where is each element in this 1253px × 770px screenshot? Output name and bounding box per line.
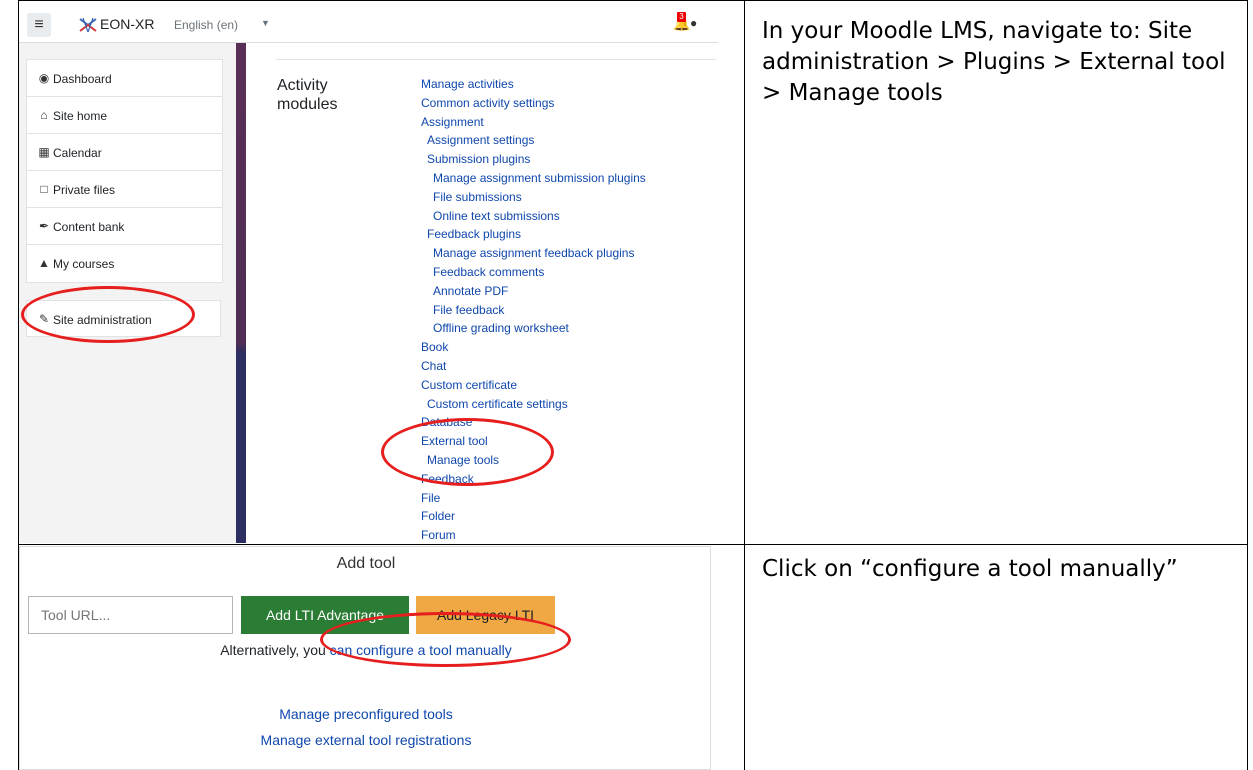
calendar-icon: ▦	[38, 145, 50, 159]
sidebar-item-site-home[interactable]: ⌂ Site home	[27, 97, 222, 134]
theme-stripe	[236, 43, 246, 543]
admin-link[interactable]: Online text submissions	[421, 207, 646, 226]
manage-external-tool-registrations-link[interactable]: Manage external tool registrations	[20, 732, 710, 748]
admin-link[interactable]: Annotate PDF	[421, 282, 646, 301]
tool-url-input[interactable]	[28, 596, 233, 634]
sidebar-item-label: Site administration	[53, 313, 152, 327]
admin-link[interactable]: Manage activities	[421, 75, 646, 94]
admin-link[interactable]: Submission plugins	[421, 150, 646, 169]
site-name[interactable]: EON-XR	[100, 16, 154, 32]
sidebar-item-dashboard[interactable]: ◉ Dashboard	[27, 60, 222, 97]
admin-link[interactable]: Database	[421, 413, 646, 432]
admin-link[interactable]: Feedback comments	[421, 263, 646, 282]
notification-badge: 3	[677, 12, 686, 22]
chat-icon[interactable]: ●	[690, 16, 697, 30]
admin-link[interactable]: Custom certificate	[421, 376, 646, 395]
alternative-line: Alternatively, you can configure a tool …	[20, 642, 710, 658]
hamburger-icon[interactable]: ≡	[27, 13, 51, 37]
add-tool-screenshot: Add tool Add LTI Advantage Add Legacy LT…	[19, 546, 711, 770]
add-lti-advantage-button[interactable]: Add LTI Advantage	[241, 596, 409, 634]
sidebar-item-label: Private files	[53, 183, 116, 197]
step2-instruction: Click on “configure a tool manually”	[762, 556, 1178, 582]
table-border-right	[1247, 0, 1248, 770]
section-label: Activity modules	[277, 77, 338, 113]
sidebar-item-content-bank[interactable]: ✒ Content bank	[27, 208, 222, 245]
dashboard-icon: ◉	[38, 71, 50, 85]
sidebar-item-label: Dashboard	[53, 72, 112, 86]
admin-link[interactable]: Book	[421, 338, 646, 357]
home-icon: ⌂	[40, 108, 48, 122]
configure-manually-link[interactable]: can configure a tool manually	[330, 642, 512, 658]
manage-preconfigured-tools-link[interactable]: Manage preconfigured tools	[20, 706, 710, 722]
table-row-divider	[18, 544, 1248, 545]
wrench-icon: ✎	[38, 312, 50, 326]
chevron-down-icon: ▼	[261, 18, 270, 28]
sidebar-item-label: Calendar	[53, 146, 102, 160]
admin-link[interactable]: Manage assignment submission plugins	[421, 169, 646, 188]
navbar: ≡ EON-XR English (en) ▼ 🔔 3 ●	[19, 8, 718, 43]
eon-xr-logo	[79, 17, 97, 33]
admin-link[interactable]: Chat	[421, 357, 646, 376]
sidebar-item-label: Content bank	[53, 220, 125, 234]
admin-link[interactable]: External tool	[421, 432, 646, 451]
admin-link[interactable]: File feedback	[421, 301, 646, 320]
graduation-cap-icon: ▲	[38, 256, 50, 270]
sidebar-item-site-administration[interactable]: ✎ Site administration	[26, 300, 221, 337]
language-menu[interactable]: English (en)	[174, 18, 238, 32]
admin-link[interactable]: Common activity settings	[421, 94, 646, 113]
admin-link[interactable]: Custom certificate settings	[421, 395, 646, 414]
divider	[276, 59, 716, 60]
sidebar-item-label: Site home	[53, 109, 108, 123]
admin-link[interactable]: Assignment settings	[421, 131, 646, 150]
admin-link[interactable]: Offline grading worksheet	[421, 319, 646, 338]
admin-link[interactable]: Manage tools	[421, 451, 646, 470]
admin-content: Activity modules Manage activities Common…	[246, 43, 718, 543]
sidebar-item-my-courses[interactable]: ▲ My courses	[27, 245, 222, 282]
add-tool-title: Add tool	[336, 555, 396, 572]
nav-drawer: ◉ Dashboard ⌂ Site home ▦ Calendar □ Pri…	[19, 43, 236, 543]
admin-link[interactable]: Feedback	[421, 470, 646, 489]
add-legacy-lti-button[interactable]: Add Legacy LTI	[416, 596, 555, 634]
step1-instruction: In your Moodle LMS, navigate to: Site ad…	[762, 18, 1226, 106]
admin-link[interactable]: File submissions	[421, 188, 646, 207]
nav-group: ◉ Dashboard ⌂ Site home ▦ Calendar □ Pri…	[26, 59, 223, 283]
admin-link[interactable]: Folder	[421, 507, 646, 526]
sidebar-item-private-files[interactable]: □ Private files	[27, 171, 222, 208]
activity-modules-links: Manage activities Common activity setting…	[421, 75, 646, 543]
admin-link[interactable]: Forum	[421, 526, 646, 543]
table-border-middle	[744, 0, 745, 770]
moodle-admin-screenshot: ≡ EON-XR English (en) ▼ 🔔 3 ● ◉ Dashboar…	[19, 8, 718, 543]
admin-link[interactable]: Manage assignment feedback plugins	[421, 244, 646, 263]
sidebar-item-calendar[interactable]: ▦ Calendar	[27, 134, 222, 171]
admin-link[interactable]: File	[421, 489, 646, 508]
alternative-prefix: Alternatively, you	[220, 642, 330, 658]
paint-brush-icon: ✒	[38, 219, 50, 233]
admin-link[interactable]: Assignment	[421, 113, 646, 132]
file-icon: □	[40, 182, 48, 196]
table-border-top	[18, 0, 1248, 1]
admin-link[interactable]: Feedback plugins	[421, 225, 646, 244]
sidebar-item-label: My courses	[53, 257, 115, 271]
